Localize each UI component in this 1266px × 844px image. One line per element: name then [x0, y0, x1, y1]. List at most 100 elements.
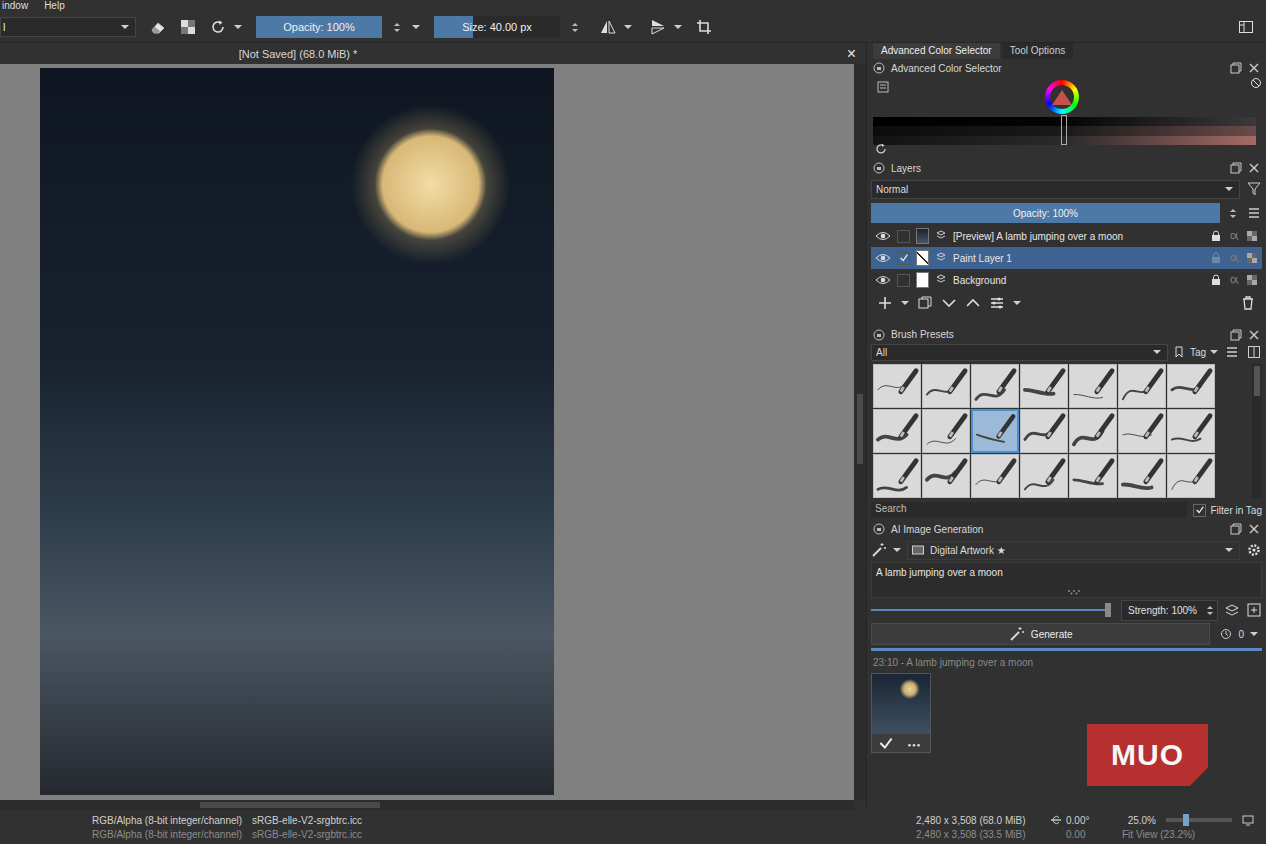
alpha-lock-icon[interactable]: [180, 19, 196, 35]
lock-icon[interactable]: [1210, 274, 1222, 286]
workspace-icon[interactable]: [1238, 19, 1254, 35]
mirror-horizontal-icon[interactable]: [600, 19, 616, 35]
menu-icon[interactable]: [1224, 344, 1240, 360]
apply-icon[interactable]: [872, 734, 900, 752]
style-dropdown[interactable]: Digital Artwork ★: [907, 541, 1240, 560]
view-mode-icon[interactable]: [1246, 344, 1262, 360]
alpha-icon[interactable]: [1228, 252, 1240, 264]
reload-icon[interactable]: [210, 19, 226, 35]
dock-tab[interactable]: Tool Options: [1002, 43, 1074, 59]
brush-preset[interactable]: [1020, 364, 1068, 408]
brush-preset[interactable]: [922, 364, 970, 408]
brush-preset[interactable]: [922, 454, 970, 498]
canvas[interactable]: [0, 64, 854, 800]
inherit-alpha-icon[interactable]: [1246, 230, 1258, 242]
brush-preset[interactable]: [1118, 409, 1166, 453]
brush-preset[interactable]: [1167, 409, 1215, 453]
crop-icon[interactable]: [696, 19, 712, 35]
caret-icon[interactable]: [674, 25, 682, 29]
zoom-level[interactable]: 25.0%: [1122, 815, 1156, 826]
caret-icon[interactable]: [893, 548, 901, 552]
rotation[interactable]: 0.00°: [1050, 814, 1112, 826]
layer-blend-dropdown[interactable]: Normal: [871, 180, 1240, 199]
panel-lock-icon[interactable]: [873, 62, 885, 74]
more-icon[interactable]: [900, 734, 928, 752]
eraser-icon[interactable]: [150, 19, 166, 35]
dock-tab[interactable]: Advanced Color Selector: [873, 43, 1000, 59]
vertical-scrollbar[interactable]: [854, 64, 866, 800]
strength-slider[interactable]: [871, 609, 1111, 611]
lock-icon[interactable]: [1210, 230, 1222, 242]
tag-button[interactable]: Tag: [1174, 346, 1218, 358]
menu-icon[interactable]: [1246, 205, 1262, 221]
lock-icon[interactable]: [1210, 252, 1222, 264]
opacity-slider[interactable]: Opacity: 100%: [256, 16, 382, 38]
caret-icon[interactable]: [624, 25, 632, 29]
brush-preset[interactable]: [873, 409, 921, 453]
history-thumbnail[interactable]: [871, 673, 931, 753]
layer-row[interactable]: [Preview] A lamb jumping over a moon: [871, 225, 1262, 247]
opacity-spin[interactable]: [390, 23, 404, 32]
caret-icon[interactable]: [234, 25, 242, 29]
float-icon[interactable]: [1230, 62, 1242, 74]
close-icon[interactable]: [1248, 329, 1260, 341]
close-button[interactable]: ×: [847, 46, 856, 62]
brush-preset[interactable]: [1167, 454, 1215, 498]
mirror-vertical-icon[interactable]: [650, 19, 666, 35]
size-slider[interactable]: Size: 40.00 px: [434, 16, 560, 38]
layer-row[interactable]: Background: [871, 269, 1262, 291]
brush-preset[interactable]: [873, 364, 921, 408]
brush-preset[interactable]: [971, 454, 1019, 498]
brush-preset[interactable]: [971, 409, 1019, 453]
queue-button[interactable]: 0: [1216, 628, 1262, 640]
caret-icon[interactable]: [1013, 301, 1021, 305]
brush-preset[interactable]: [971, 364, 1019, 408]
color-menu-icon[interactable]: [877, 81, 889, 93]
menu-item[interactable]: indow: [2, 0, 28, 12]
refresh-icon[interactable]: [875, 143, 887, 155]
region-icon[interactable]: [1246, 602, 1262, 618]
alpha-icon[interactable]: [1228, 274, 1240, 286]
color-shade-bars[interactable]: [873, 117, 1256, 145]
color-triangle[interactable]: [1052, 90, 1072, 105]
brush-preset[interactable]: [1069, 454, 1117, 498]
panel-lock-icon[interactable]: [873, 523, 885, 535]
filter-icon[interactable]: [1246, 181, 1262, 197]
close-icon[interactable]: [1248, 162, 1260, 174]
add-layer-icon[interactable]: [877, 295, 893, 311]
color-wheel[interactable]: [1045, 80, 1079, 114]
preset-scrollbar[interactable]: [1252, 364, 1262, 498]
float-icon[interactable]: [1230, 329, 1242, 341]
eye-icon[interactable]: [875, 250, 891, 266]
brush-preset[interactable]: [873, 454, 921, 498]
eye-icon[interactable]: [875, 228, 891, 244]
close-icon[interactable]: [1248, 523, 1260, 535]
layer-opacity-slider[interactable]: Opacity: 100%: [871, 203, 1220, 223]
close-icon[interactable]: [1248, 62, 1260, 74]
brush-preset[interactable]: [922, 409, 970, 453]
inherit-alpha-icon[interactable]: [1246, 274, 1258, 286]
alpha-icon[interactable]: [1228, 230, 1240, 242]
prompt-input[interactable]: A lamb jumping over a moon: [871, 562, 1262, 598]
float-icon[interactable]: [1230, 162, 1242, 174]
properties-icon[interactable]: [989, 295, 1005, 311]
eye-icon[interactable]: [875, 272, 891, 288]
settings-icon[interactable]: [1246, 542, 1262, 558]
move-up-icon[interactable]: [965, 295, 981, 311]
zoom-slider[interactable]: [1166, 818, 1232, 822]
caret-icon[interactable]: [412, 25, 420, 29]
magic-wand-icon[interactable]: [871, 542, 887, 558]
preset-search[interactable]: Search: [871, 502, 1187, 518]
layer-row[interactable]: Paint Layer 1: [871, 247, 1262, 269]
fit-icon[interactable]: [1242, 814, 1254, 826]
move-down-icon[interactable]: [941, 295, 957, 311]
brush-preset[interactable]: [1069, 364, 1117, 408]
strength-spinbox[interactable]: Strength: 100%: [1121, 600, 1218, 621]
brush-preset[interactable]: [1020, 409, 1068, 453]
brush-preset[interactable]: [1118, 454, 1166, 498]
blend-mode-dropdown[interactable]: l: [0, 17, 136, 37]
float-icon[interactable]: [1230, 523, 1242, 535]
brush-preset[interactable]: [1069, 409, 1117, 453]
brush-preset[interactable]: [1118, 364, 1166, 408]
inherit-alpha-icon[interactable]: [1246, 252, 1258, 264]
